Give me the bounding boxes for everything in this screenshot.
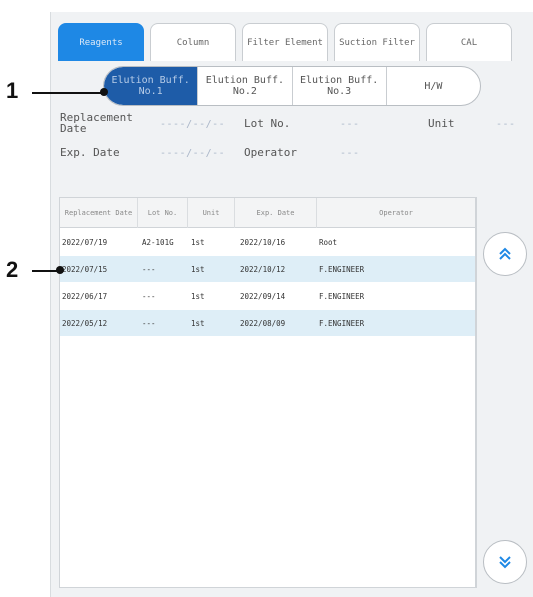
cell-replacement-date: 2022/06/17 bbox=[62, 292, 108, 301]
table-row[interactable]: 2022/07/19 A2-101G 1st 2022/10/16 Root bbox=[60, 229, 475, 256]
cell-lot-no: --- bbox=[142, 319, 156, 328]
tab-label: CAL bbox=[460, 37, 478, 48]
tab-label: Reagents bbox=[79, 37, 123, 48]
header-replacement-date: Replacement Date bbox=[60, 198, 138, 228]
exp-date-value: ----/--/-- bbox=[160, 148, 226, 159]
double-chevron-down-icon bbox=[499, 556, 511, 569]
tab-label: Filter Element bbox=[247, 37, 323, 48]
cell-unit: 1st bbox=[191, 265, 205, 274]
replacement-date-value: ----/--/-- bbox=[160, 119, 226, 130]
operator-label: Operator bbox=[244, 146, 297, 159]
cell-unit: 1st bbox=[191, 319, 205, 328]
segment-elution-buff-1[interactable]: Elution Buff. No.1 bbox=[104, 67, 199, 105]
unit-value: --- bbox=[496, 119, 516, 130]
replacement-date-label: Replacement Date bbox=[60, 111, 133, 135]
replacement-history-table: Replacement Date Lot No. Unit Exp. Date … bbox=[59, 197, 476, 588]
cell-replacement-date: 2022/07/19 bbox=[62, 238, 108, 247]
callout-line-1 bbox=[32, 92, 104, 94]
tab-filter-element[interactable]: Filter Element bbox=[242, 23, 328, 61]
tab-cal[interactable]: CAL bbox=[426, 23, 512, 61]
tab-suction-filter[interactable]: Suction Filter bbox=[334, 23, 420, 61]
callout-dot-1 bbox=[100, 88, 108, 96]
table-row[interactable]: 2022/05/12 --- 1st 2022/08/09 F.ENGINEER bbox=[60, 310, 475, 337]
tab-label: Suction Filter bbox=[339, 37, 415, 48]
scroll-down-button[interactable] bbox=[483, 540, 527, 584]
unit-label: Unit bbox=[428, 117, 455, 130]
table-row[interactable]: 2022/07/15 --- 1st 2022/10/12 F.ENGINEER bbox=[60, 256, 475, 283]
table-row[interactable]: 2022/06/17 --- 1st 2022/09/14 F.ENGINEER bbox=[60, 283, 475, 310]
cell-operator: Root bbox=[319, 238, 338, 247]
cell-lot-no: --- bbox=[142, 292, 156, 301]
table-header: Replacement Date Lot No. Unit Exp. Date … bbox=[60, 198, 475, 228]
header-operator: Operator bbox=[379, 209, 413, 217]
segment-hw[interactable]: H/W bbox=[387, 67, 480, 105]
cell-lot-no: A2-101G bbox=[142, 238, 174, 247]
lot-no-label: Lot No. bbox=[244, 117, 291, 130]
cell-exp-date: 2022/10/12 bbox=[240, 265, 286, 274]
cell-exp-date: 2022/08/09 bbox=[240, 319, 286, 328]
callout-number-2: 2 bbox=[6, 257, 19, 282]
lot-no-value: --- bbox=[340, 119, 360, 130]
callout-dot-2 bbox=[56, 266, 64, 274]
header-exp-date: Exp. Date bbox=[235, 198, 317, 228]
cell-replacement-date: 2022/07/15 bbox=[62, 265, 108, 274]
segment-elution-buff-3[interactable]: Elution Buff. No.3 bbox=[293, 67, 387, 105]
scroll-up-button[interactable] bbox=[483, 232, 527, 276]
cell-unit: 1st bbox=[191, 292, 205, 301]
double-chevron-up-icon bbox=[499, 247, 511, 260]
cell-lot-no: --- bbox=[142, 265, 156, 274]
header-unit: Unit bbox=[188, 198, 235, 228]
exp-date-label: Exp. Date bbox=[60, 146, 120, 159]
cell-unit: 1st bbox=[191, 238, 205, 247]
cell-replacement-date: 2022/05/12 bbox=[62, 319, 108, 328]
callout-number-1: 1 bbox=[6, 78, 19, 103]
tab-reagents[interactable]: Reagents bbox=[58, 23, 144, 61]
cell-operator: F.ENGINEER bbox=[319, 319, 365, 328]
cell-operator: F.ENGINEER bbox=[319, 292, 365, 301]
header-lot-no: Lot No. bbox=[138, 198, 188, 228]
tab-label: Column bbox=[176, 37, 210, 48]
cell-exp-date: 2022/09/14 bbox=[240, 292, 286, 301]
callout-line-2 bbox=[32, 270, 58, 272]
cell-operator: F.ENGINEER bbox=[319, 265, 365, 274]
segment-elution-buff-2[interactable]: Elution Buff. No.2 bbox=[198, 67, 293, 105]
reagent-segment-control: Elution Buff. No.1 Elution Buff. No.2 El… bbox=[103, 66, 481, 106]
operator-value: --- bbox=[340, 148, 360, 159]
cell-exp-date: 2022/10/16 bbox=[240, 238, 286, 247]
tab-column[interactable]: Column bbox=[150, 23, 236, 61]
